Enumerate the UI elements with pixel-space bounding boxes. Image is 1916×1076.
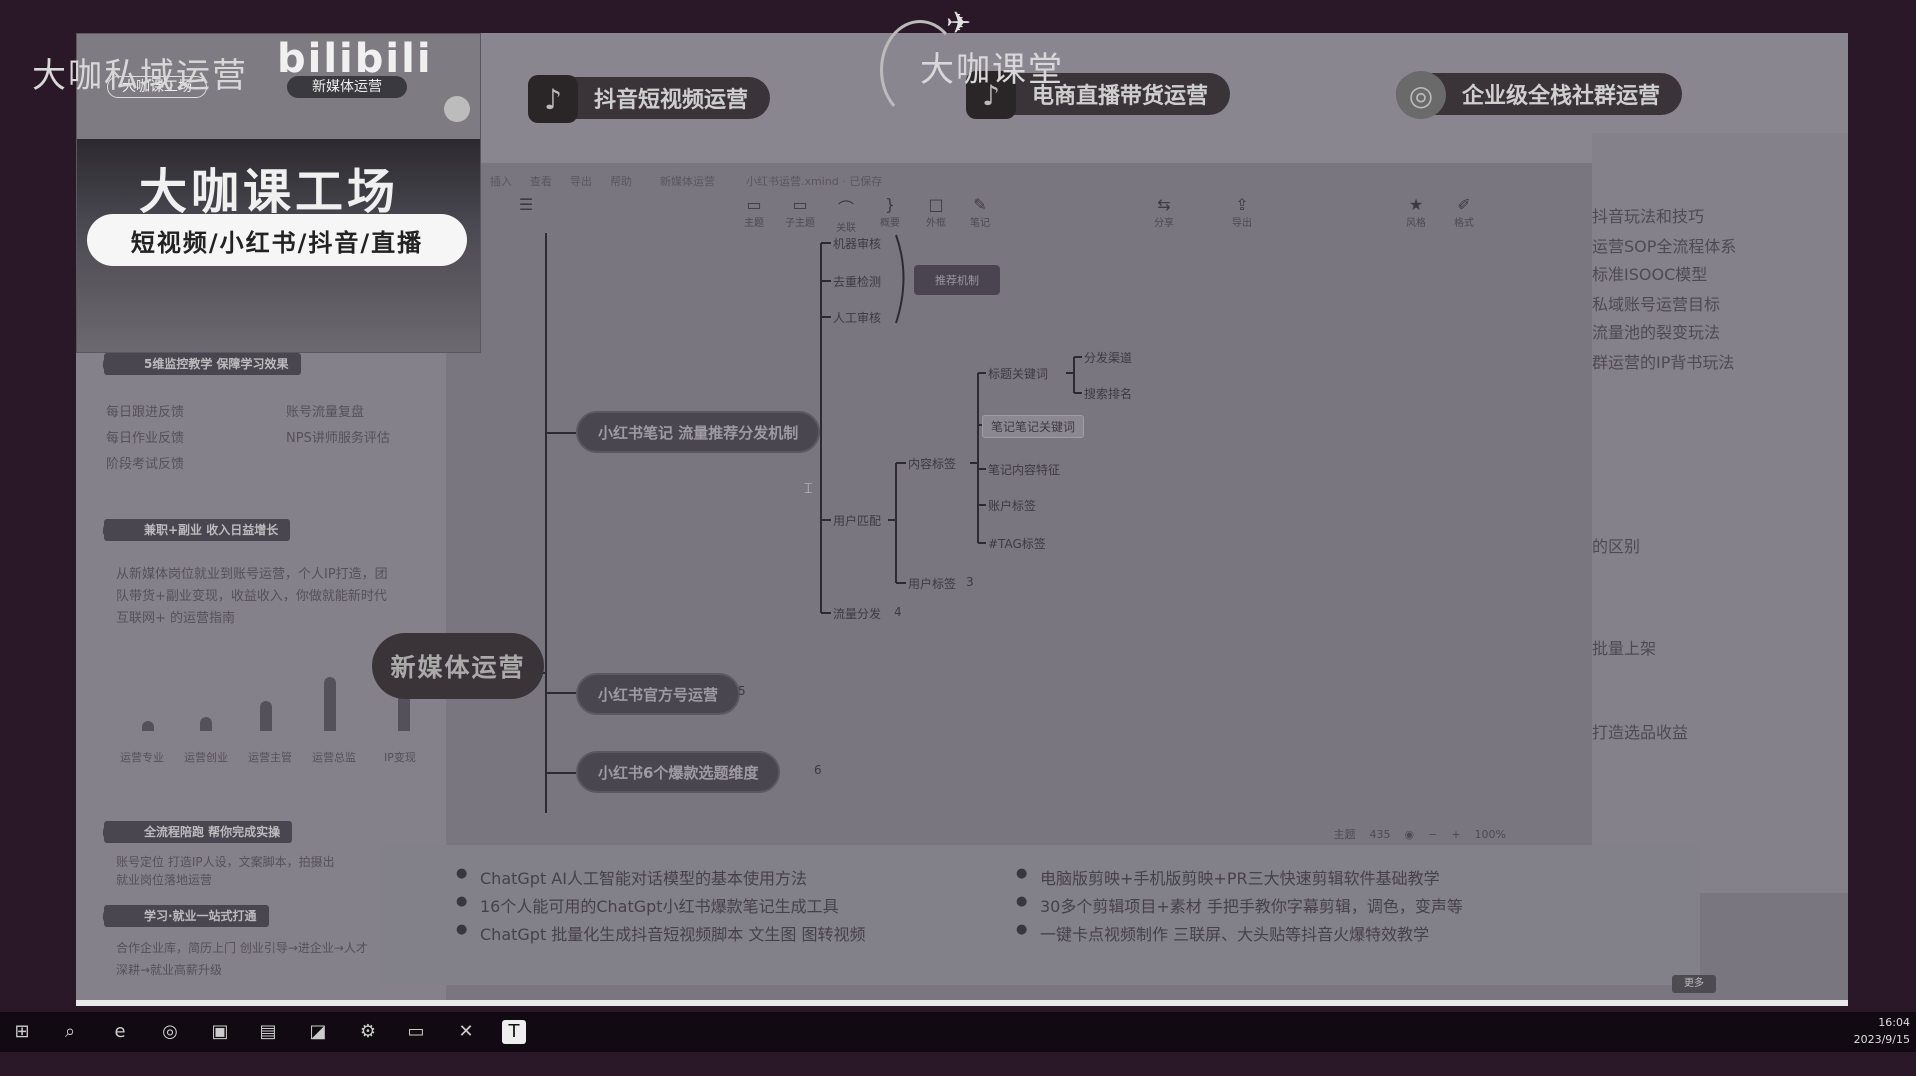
branch-official-account[interactable]: 小红书官方号运营 xyxy=(576,673,741,715)
outline-item: 批量上架 xyxy=(1592,639,1657,658)
node-machine-review[interactable]: 机器审核 xyxy=(833,235,881,252)
windows-start-icon[interactable]: ⊞ xyxy=(10,1020,34,1044)
chrome-icon[interactable]: ◎ xyxy=(158,1020,182,1044)
node-traffic-split[interactable]: 流量分发 xyxy=(833,605,881,622)
outline-item: 运营SOP全流程体系 xyxy=(1592,237,1737,256)
outline-item: 的区别 xyxy=(1592,537,1641,556)
tools-icon[interactable]: ✕ xyxy=(454,1020,478,1044)
feature-item: 16个人能可用的ChatGpt小红书爆款笔记生成工具 xyxy=(456,893,839,917)
course-outline-panel: 抖音玩法和技巧 运营SOP全流程体系 标准ISOOC模型 私域账号运营目标 流量… xyxy=(1592,133,1848,893)
course-features-card: ChatGpt AI人工智能对话模型的基本使用方法 16个人能可用的ChatGp… xyxy=(380,845,1700,985)
sheet-label[interactable]: 主题 xyxy=(1334,826,1356,842)
node-dedupe[interactable]: 去重检测 xyxy=(833,273,881,290)
outline-item: 抖音玩法和技巧 xyxy=(1592,207,1705,226)
more-button[interactable]: 更多 xyxy=(1672,975,1716,993)
feature-item: 电脑版剪映+手机版剪映+PR三大快速剪辑软件基础教学 xyxy=(1016,865,1440,889)
node-account-tag[interactable]: 账户标签 xyxy=(988,497,1036,514)
feature-item: ChatGpt 批量化生成抖音短视频脚本 文生图 图转视频 xyxy=(456,921,866,945)
branch-label: 小红书笔记 流量推荐分发机制 xyxy=(598,423,799,442)
clock-date: 2023/9/15 xyxy=(1853,1033,1910,1046)
branch-label: 小红书6个爆款选题维度 xyxy=(598,763,759,782)
text-cursor-icon: ⌶ xyxy=(804,481,813,497)
zoom-level[interactable]: 100% xyxy=(1475,828,1506,841)
center-watermark: 大咖课堂 xyxy=(920,50,1064,90)
branch-topics[interactable]: 小红书6个爆款选题维度 xyxy=(576,751,781,793)
mindmap-root[interactable]: 新媒体运营 xyxy=(372,633,544,699)
outline-item: 打造选品收益 xyxy=(1592,723,1689,742)
outline-item: 流量池的裂变玩法 xyxy=(1592,323,1721,342)
app-icon[interactable]: ⚙ xyxy=(356,1020,380,1044)
node-content-feature[interactable]: 笔记内容特征 xyxy=(988,461,1060,478)
mindmap-status-bar: 主题 435 ◉ − + 100% xyxy=(1176,823,1507,845)
branch-recommend-mechanism[interactable]: 小红书笔记 流量推荐分发机制 xyxy=(576,411,821,453)
desktop: ♪ 抖音短视频运营 ♪ 电商直播带货运营 ◎ 企业级全栈社群运营 编辑 插入 查… xyxy=(0,0,1916,1076)
eye-icon[interactable]: ◉ xyxy=(1405,828,1415,841)
player-progress-line xyxy=(76,1000,1848,1006)
clock-time: 16:04 xyxy=(1878,1016,1910,1029)
feature-item: 一键卡点视频制作 三联屏、大头贴等抖音火爆特效教学 xyxy=(1016,921,1429,945)
edge-browser-icon[interactable]: e xyxy=(108,1020,132,1044)
airplane-icon: ✈ xyxy=(946,6,972,41)
node-user-tag[interactable]: 用户标签 xyxy=(908,575,956,592)
node-user-match[interactable]: 用户匹配 xyxy=(833,512,881,529)
windows-taskbar: ⊞ ⌕ e ◎ ▣ ▤ ◪ ⚙ ▭ ✕ T 16:04 2023/9/15 xyxy=(0,1012,1916,1052)
outline-item: 群运营的IP背书玩法 xyxy=(1592,353,1735,372)
node-search-rank[interactable]: 搜索排名 xyxy=(1084,385,1132,402)
node-hashtag[interactable]: #TAG标签 xyxy=(988,535,1046,552)
file-icon[interactable]: ▤ xyxy=(256,1020,280,1044)
outline-item: 标准ISOOC模型 xyxy=(1592,265,1708,284)
search-icon[interactable]: ⌕ xyxy=(58,1020,82,1044)
shared-screen: ♪ 抖音短视频运营 ♪ 电商直播带货运营 ◎ 企业级全栈社群运营 编辑 插入 查… xyxy=(76,33,1848,1003)
outline-item: 私域账号运营目标 xyxy=(1592,295,1721,314)
zoom-out-icon[interactable]: − xyxy=(1428,828,1437,841)
feature-item: ChatGpt AI人工智能对话模型的基本使用方法 xyxy=(456,865,807,889)
node-review-tag[interactable]: 推荐机制 xyxy=(914,265,1000,295)
collapse-count[interactable]: 6 xyxy=(814,763,822,777)
collapse-count[interactable]: 5 xyxy=(738,684,746,698)
node-distribution-channel[interactable]: 分发渠道 xyxy=(1084,349,1132,366)
collapse-count[interactable]: 3 xyxy=(966,575,974,589)
node-manual-review[interactable]: 人工审核 xyxy=(833,309,881,326)
left-watermark: 大咖私域运营 xyxy=(32,56,248,96)
folder-icon[interactable]: ▭ xyxy=(404,1020,428,1044)
zoom-in-icon[interactable]: + xyxy=(1451,828,1460,841)
xmind-icon[interactable]: ◪ xyxy=(306,1020,330,1044)
text-app-icon[interactable]: T xyxy=(502,1020,526,1044)
node-title-keywords[interactable]: 标题关键词 xyxy=(988,365,1048,382)
node-content-tag[interactable]: 内容标签 xyxy=(908,455,956,472)
app-icon[interactable]: ▣ xyxy=(208,1020,232,1044)
topic-count: 435 xyxy=(1369,827,1391,841)
system-clock[interactable]: 16:04 2023/9/15 xyxy=(1840,1014,1910,1048)
branch-label: 小红书官方号运营 xyxy=(598,685,719,704)
collapse-count[interactable]: 4 xyxy=(894,605,902,619)
node-note-keywords[interactable]: 笔记笔记关键词 xyxy=(982,415,1085,438)
feature-item: 30多个剪辑项目+素材 手把手教你字幕剪辑，调色，变声等 xyxy=(1016,893,1463,917)
